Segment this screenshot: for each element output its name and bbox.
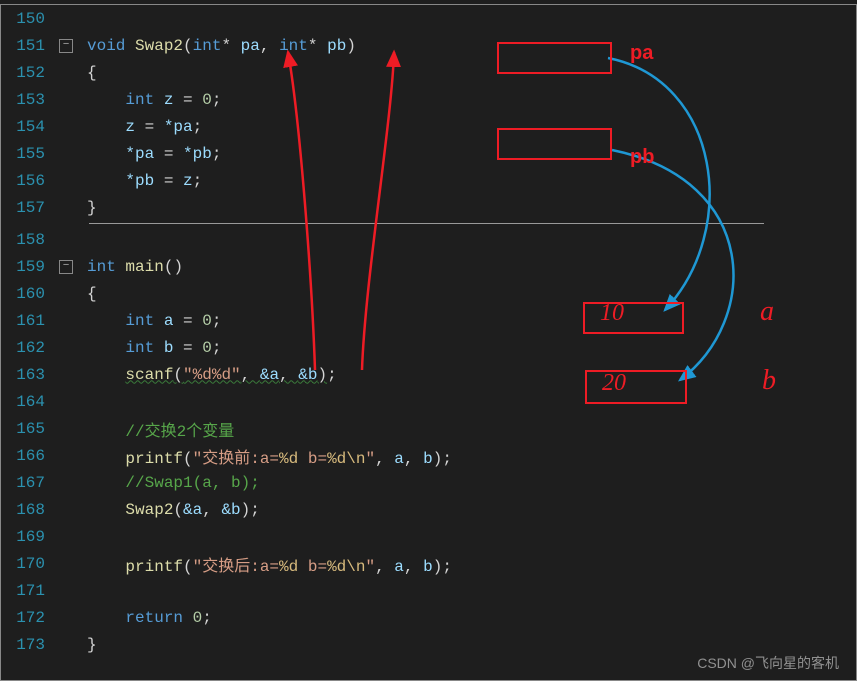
code-content: scanf("%d%d", &a, &b); (57, 366, 337, 384)
code-line: 154 z = *pa; (1, 113, 856, 140)
code-content: { (57, 285, 97, 303)
code-line: 163 scanf("%d%d", &a, &b); (1, 361, 856, 388)
watermark: CSDN @飞向星的客机 (697, 653, 839, 673)
line-number: 151 (1, 37, 57, 55)
line-number: 173 (1, 636, 57, 654)
code-content: int z = 0; (57, 91, 221, 109)
code-content: printf("交换后:a=%d b=%d\n", a, b); (57, 552, 452, 576)
code-line: 168 Swap2(&a, &b); (1, 496, 856, 523)
line-number: 171 (1, 582, 57, 600)
code-line: 159 − int main() (1, 253, 856, 280)
code-line: 150 (1, 5, 856, 32)
code-line: 164 (1, 388, 856, 415)
code-content: return 0; (57, 609, 212, 627)
code-content: printf("交换前:a=%d b=%d\n", a, b); (57, 444, 452, 468)
line-number: 152 (1, 64, 57, 82)
code-editor: 150 151 − void Swap2(int* pa, int* pb) 1… (0, 0, 857, 681)
code-line: 158 (1, 226, 856, 253)
box-pa (497, 42, 612, 74)
line-number: 155 (1, 145, 57, 163)
value-b: 20 (602, 370, 626, 397)
line-number: 165 (1, 420, 57, 438)
code-content: } (57, 199, 97, 217)
line-number: 163 (1, 366, 57, 384)
code-content: //交换2个变量 (57, 417, 234, 441)
label-pa: pa (630, 42, 653, 65)
code-content: { (57, 64, 97, 82)
code-line: 161 int a = 0; (1, 307, 856, 334)
line-number: 160 (1, 285, 57, 303)
line-number: 159 (1, 258, 57, 276)
box-a (583, 302, 684, 334)
line-number: 168 (1, 501, 57, 519)
label-a: a (760, 296, 774, 328)
code-line: 169 (1, 523, 856, 550)
code-content: Swap2(&a, &b); (57, 501, 260, 519)
editor-viewport: 150 151 − void Swap2(int* pa, int* pb) 1… (0, 4, 857, 681)
code-content: void Swap2(int* pa, int* pb) (57, 37, 356, 55)
line-number: 154 (1, 118, 57, 136)
code-content: int main() (57, 258, 183, 276)
code-content: z = *pa; (57, 118, 202, 136)
code-line: 165 //交换2个变量 (1, 415, 856, 442)
code-content: int a = 0; (57, 312, 221, 330)
line-number: 161 (1, 312, 57, 330)
line-number: 164 (1, 393, 57, 411)
line-number: 156 (1, 172, 57, 190)
label-pb: pb (630, 146, 654, 169)
code-line: 155 *pa = *pb; (1, 140, 856, 167)
line-number: 170 (1, 555, 57, 573)
code-line: 157 } (1, 194, 856, 221)
code-content: *pb = z; (57, 172, 202, 190)
code-content: int b = 0; (57, 339, 221, 357)
code-line: 151 − void Swap2(int* pa, int* pb) (1, 32, 856, 59)
line-number: 150 (1, 10, 57, 28)
line-number: 158 (1, 231, 57, 249)
code-line: 166 printf("交换前:a=%d b=%d\n", a, b); (1, 442, 856, 469)
line-number: 169 (1, 528, 57, 546)
line-number: 157 (1, 199, 57, 217)
code-line: 172 return 0; (1, 604, 856, 631)
code-line: 167 //Swap1(a, b); (1, 469, 856, 496)
value-a: 10 (600, 300, 624, 327)
line-number: 162 (1, 339, 57, 357)
code-line: 171 (1, 577, 856, 604)
code-line: 170 printf("交换后:a=%d b=%d\n", a, b); (1, 550, 856, 577)
region-separator (89, 223, 764, 224)
label-b: b (762, 365, 776, 397)
code-content: *pa = *pb; (57, 145, 221, 163)
line-number: 167 (1, 474, 57, 492)
code-content: //Swap1(a, b); (57, 474, 260, 492)
box-pb (497, 128, 612, 160)
box-b (585, 370, 687, 404)
code-line: 160 { (1, 280, 856, 307)
code-line: 152 { (1, 59, 856, 86)
code-content: } (57, 636, 97, 654)
code-line: 156 *pb = z; (1, 167, 856, 194)
line-number: 166 (1, 447, 57, 465)
line-number: 172 (1, 609, 57, 627)
code-line: 153 int z = 0; (1, 86, 856, 113)
code-line: 162 int b = 0; (1, 334, 856, 361)
line-number: 153 (1, 91, 57, 109)
